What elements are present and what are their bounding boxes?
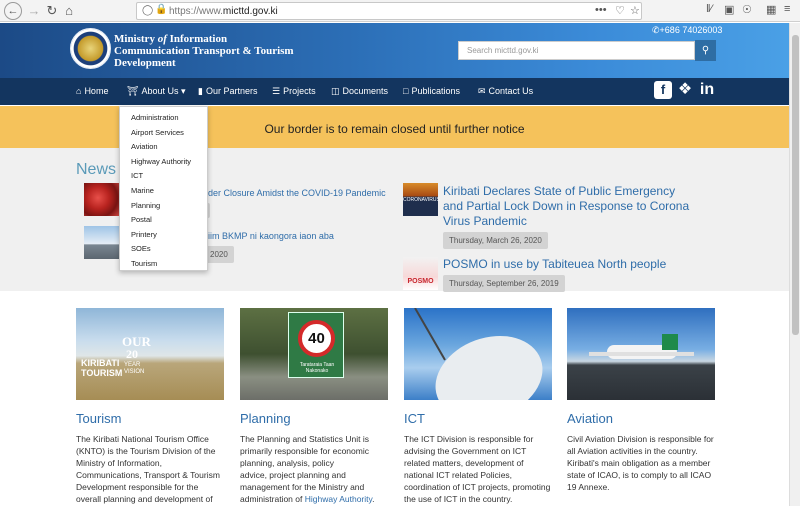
- account-icon[interactable]: ☉: [742, 3, 752, 16]
- card-body-planning: The Planning and Statistics Unit is prima…: [240, 434, 375, 504]
- caret-down-icon: ▾: [180, 86, 186, 96]
- page-scrollbar[interactable]: [789, 23, 800, 506]
- scrollbar-thumb[interactable]: [792, 35, 799, 335]
- card-body-aviation: Civil Aviation Division is responsible f…: [567, 434, 714, 492]
- news-link[interactable]: iim BKMP ni kaongora iaon aba: [208, 231, 334, 241]
- aviation-image[interactable]: [567, 308, 715, 400]
- back-arrow-icon[interactable]: ←: [4, 2, 22, 20]
- airplane-wing: [589, 352, 694, 356]
- satellite-dish: [423, 321, 552, 400]
- list-icon: ☰: [272, 86, 281, 96]
- browser-toolbar: ← → ↻ ⌂ ◯ 🔒 https://www.micttd.gov.ki ••…: [0, 0, 800, 22]
- extensions-icon[interactable]: ▦: [766, 3, 776, 16]
- ict-image[interactable]: [404, 308, 552, 400]
- search-icon: ⚲: [701, 45, 710, 56]
- news-link[interactable]: POSMO in use by Tabiteuea North people: [443, 257, 666, 272]
- forward-arrow-icon[interactable]: →: [25, 2, 43, 20]
- card-title-tourism[interactable]: Tourism: [76, 411, 122, 426]
- dropdown-item-tourism[interactable]: Tourism: [120, 257, 207, 272]
- ministry-name[interactable]: Ministry of Information Communication Tr…: [114, 33, 294, 69]
- nav-home[interactable]: ⌂ Home: [76, 86, 108, 96]
- bookmark-icon: ▮: [198, 86, 203, 96]
- tourism-image-number: 20: [126, 347, 138, 361]
- news-link[interactable]: der Closure Amidst the COVID-19 Pandemic: [208, 188, 386, 198]
- thumb-caption: CORONAVIRUS: [403, 197, 440, 203]
- menu-icon[interactable]: ≡: [784, 3, 790, 15]
- news-thumb-covid[interactable]: [84, 183, 119, 216]
- nav-projects[interactable]: ☰ Projects: [272, 86, 316, 97]
- search-input[interactable]: Search micttd.gov.ki: [458, 41, 695, 60]
- dropdown-item-soes[interactable]: SOEs: [120, 242, 207, 257]
- dropdown-item-administration[interactable]: Administration: [120, 111, 207, 126]
- shield-icon[interactable]: ◯: [142, 5, 153, 16]
- news-date: Thursday, September 26, 2019: [443, 275, 565, 292]
- card-title-aviation[interactable]: Aviation: [567, 411, 613, 426]
- home-icon: ⌂: [76, 86, 82, 96]
- news-thumb-coronavirus[interactable]: CORONAVIRUS: [403, 183, 440, 216]
- url-text[interactable]: https://www.micttd.gov.ki: [169, 6, 278, 17]
- news-link[interactable]: Kiribati Declares State of Public Emerge…: [443, 184, 689, 229]
- library-icon[interactable]: ‖⁄: [706, 3, 712, 15]
- news-date: 2020: [204, 246, 234, 263]
- dropdown-item-planning[interactable]: Planning: [120, 199, 207, 214]
- news-thumb-posmo[interactable]: POSMO: [403, 257, 438, 290]
- page-actions-icon[interactable]: •••: [595, 4, 607, 16]
- twitter-icon[interactable]: ❖: [676, 81, 694, 99]
- linkedin-icon[interactable]: in: [698, 81, 716, 99]
- folder-icon: ◫: [331, 86, 340, 96]
- lock-icon[interactable]: 🔒: [155, 4, 167, 15]
- file-icon: □: [403, 86, 409, 96]
- antenna-pole: [414, 308, 446, 361]
- tourism-image-brand: KIRIBATI TOURISM: [81, 358, 123, 378]
- card-title-ict[interactable]: ICT: [404, 411, 425, 426]
- road-sign: 40 Tarataraia Taan Nakonako: [288, 312, 344, 378]
- tourism-image-vision: YEAR VISION: [124, 362, 145, 375]
- dropdown-item-postal[interactable]: Postal: [120, 213, 207, 228]
- planning-image[interactable]: 40 Tarataraia Taan Nakonako: [240, 308, 388, 400]
- envelope-icon: ✉: [478, 86, 486, 96]
- reload-icon[interactable]: ↻: [43, 2, 61, 20]
- dropdown-item-aviation[interactable]: Aviation: [120, 140, 207, 155]
- dropdown-item-ict[interactable]: ICT: [120, 169, 207, 184]
- sidebar-icon[interactable]: ▣: [724, 3, 734, 16]
- road-sign-caption: Tarataraia Taan Nakonako: [299, 362, 335, 374]
- nav-contact-us[interactable]: ✉ Contact Us: [478, 86, 533, 97]
- dropdown-item-printery[interactable]: Printery: [120, 228, 207, 243]
- pocket-icon[interactable]: ♡: [615, 4, 625, 17]
- news-heading: News: [76, 161, 117, 178]
- dropdown-item-airport-services[interactable]: Airport Services: [120, 126, 207, 141]
- card-body-tourism: The Kiribati National Tourism Office (KNT…: [76, 434, 220, 504]
- search-button[interactable]: ⚲: [695, 40, 716, 61]
- nav-publications[interactable]: □ Publications: [403, 86, 460, 96]
- about-us-dropdown: Administration Airport Services Aviation…: [119, 106, 208, 271]
- nav-about-us[interactable]: ⛩ About Us ▾: [127, 86, 186, 97]
- card-title-planning[interactable]: Planning: [240, 411, 291, 426]
- highway-authority-link[interactable]: Highway Authority: [305, 494, 372, 504]
- bank-icon: ⛩: [127, 86, 139, 96]
- news-thumb-plane[interactable]: [84, 226, 119, 259]
- nav-our-partners[interactable]: ▮ Our Partners: [198, 86, 257, 97]
- ministry-logo[interactable]: [70, 28, 111, 69]
- dropdown-item-marine[interactable]: Marine: [120, 184, 207, 199]
- airplane-tail: [662, 334, 678, 350]
- tourism-image[interactable]: OUR 20 YEAR VISION KIRIBATI TOURISM: [76, 308, 224, 400]
- bookmark-star-icon[interactable]: ☆: [630, 4, 640, 17]
- address-bar[interactable]: ◯ 🔒 https://www.micttd.gov.ki ••• ♡ ☆: [136, 2, 642, 20]
- site-header: Ministry of Information Communication Tr…: [0, 23, 789, 78]
- card-body-ict: The ICT Division is responsible for advis…: [404, 434, 551, 504]
- phone-number: ✆+686 74026003: [652, 25, 723, 35]
- main-nav: ⌂ Home ⛩ About Us ▾ ▮ Our Partners ☰ Project…: [0, 78, 789, 105]
- speed-limit-text: 40: [298, 320, 335, 357]
- news-date: Thursday, March 26, 2020: [443, 232, 548, 249]
- nav-documents[interactable]: ◫ Documents: [331, 86, 388, 97]
- dropdown-item-highway-authority[interactable]: Highway Authority: [120, 155, 207, 170]
- home-icon[interactable]: ⌂: [60, 2, 78, 20]
- facebook-icon[interactable]: f: [654, 81, 672, 99]
- thumb-caption: POSMO: [407, 278, 434, 285]
- phone-icon: ✆: [652, 25, 660, 35]
